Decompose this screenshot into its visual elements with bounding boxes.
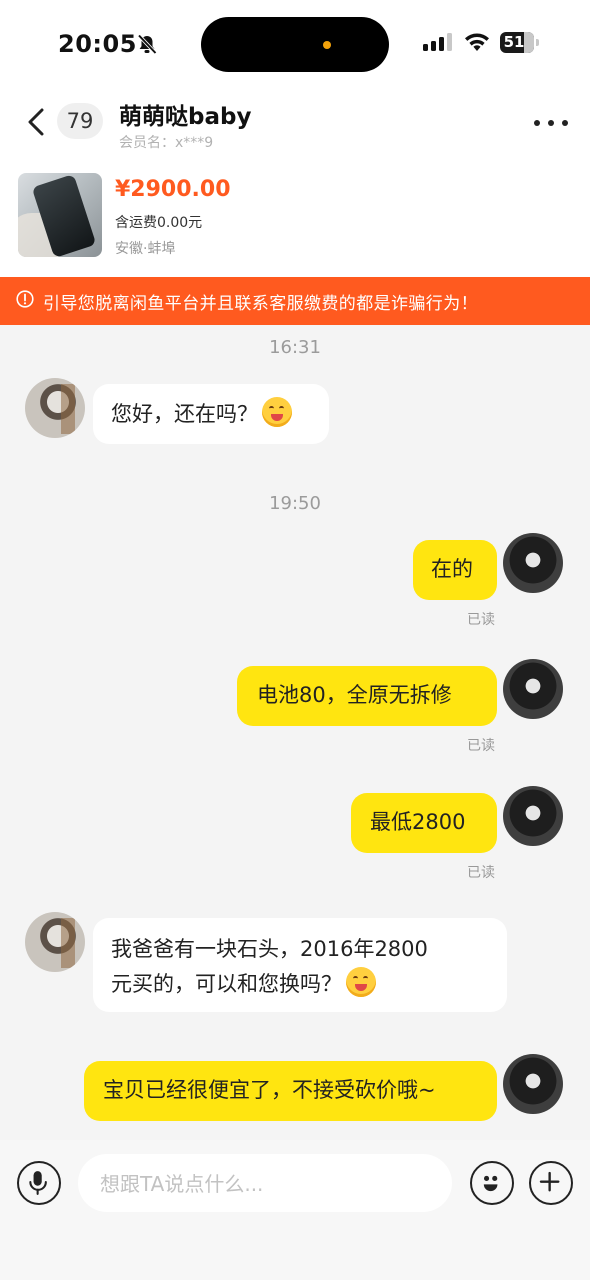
cellular-signal-icon: [423, 33, 452, 51]
battery-level: 51: [503, 33, 525, 51]
message-input-field[interactable]: [78, 1154, 452, 1214]
read-status: 已读: [467, 865, 495, 881]
battery-indicator: 51: [500, 32, 539, 53]
my-avatar[interactable]: [503, 533, 563, 593]
timestamp: 19:50: [269, 493, 321, 514]
message-text-line: 我爸爸有一块石头，2016年2800: [111, 937, 428, 961]
message-text-line: 元买的，可以和您换吗？: [111, 972, 342, 996]
message-bubble-incoming[interactable]: 我爸爸有一块石头，2016年2800 元买的，可以和您换吗？: [93, 918, 507, 1012]
message-input[interactable]: [98, 1154, 442, 1214]
contact-avatar[interactable]: [25, 912, 85, 972]
message-text: 宝贝已经很便宜了，不接受砍价哦~: [103, 1078, 436, 1102]
warning-text: 引导您脱离闲鱼平台并且联系客服缴费的都是诈骗行为！: [43, 294, 478, 314]
my-avatar[interactable]: [503, 1054, 563, 1114]
product-location: 安徽·蚌埠: [115, 241, 176, 257]
more-icon[interactable]: [534, 118, 570, 128]
voice-icon[interactable]: [17, 1161, 61, 1205]
member-id: 会员名：x***9: [119, 135, 214, 151]
plus-icon[interactable]: [529, 1161, 573, 1205]
message-bubble-outgoing[interactable]: 电池80，全原无拆修: [237, 666, 497, 726]
message-text: 最低2800: [370, 810, 466, 834]
island-indicator-dot: [323, 41, 331, 49]
chat-header: 79 萌萌哒baby 会员名：x***9: [0, 90, 590, 160]
my-avatar[interactable]: [503, 786, 563, 846]
unread-count-badge[interactable]: 79: [57, 103, 103, 139]
input-bar: [0, 1140, 590, 1280]
laughing-emoji-icon: [262, 397, 292, 427]
message-text: 在的: [431, 557, 473, 581]
dynamic-island: [201, 17, 389, 72]
fraud-warning-banner: 引导您脱离闲鱼平台并且联系客服缴费的都是诈骗行为！: [0, 277, 590, 325]
back-icon[interactable]: [22, 104, 52, 140]
product-shipping: 含运费0.00元: [115, 215, 203, 231]
product-thumbnail[interactable]: [18, 173, 102, 257]
message-bubble-outgoing[interactable]: 在的: [413, 540, 497, 600]
mute-bell-icon: [137, 34, 157, 55]
emoji-icon[interactable]: [470, 1161, 514, 1205]
timestamp: 16:31: [269, 337, 321, 358]
status-bar: 20:05 51: [0, 0, 590, 90]
message-bubble-outgoing[interactable]: 宝贝已经很便宜了，不接受砍价哦~: [84, 1061, 497, 1121]
message-bubble-incoming[interactable]: 您好，还在吗？: [93, 384, 329, 444]
my-avatar[interactable]: [503, 659, 563, 719]
message-bubble-outgoing[interactable]: 最低2800: [351, 793, 497, 853]
product-price: ¥2900.00: [115, 177, 231, 202]
read-status: 已读: [467, 612, 495, 628]
product-card[interactable]: ¥2900.00 含运费0.00元 安徽·蚌埠: [0, 165, 590, 275]
message-text: 您好，还在吗？: [111, 402, 258, 426]
contact-avatar[interactable]: [25, 378, 85, 438]
contact-name[interactable]: 萌萌哒baby: [119, 97, 251, 131]
laughing-emoji-icon: [346, 967, 376, 997]
message-list[interactable]: 16:31 您好，还在吗？ 19:50 在的 已读 电池80，全原无拆修 已读 …: [0, 325, 590, 1140]
read-status: 已读: [467, 738, 495, 754]
warning-icon: [16, 290, 34, 308]
status-time: 20:05: [58, 30, 137, 58]
message-text: 电池80，全原无拆修: [257, 683, 452, 707]
wifi-icon: [465, 33, 489, 51]
